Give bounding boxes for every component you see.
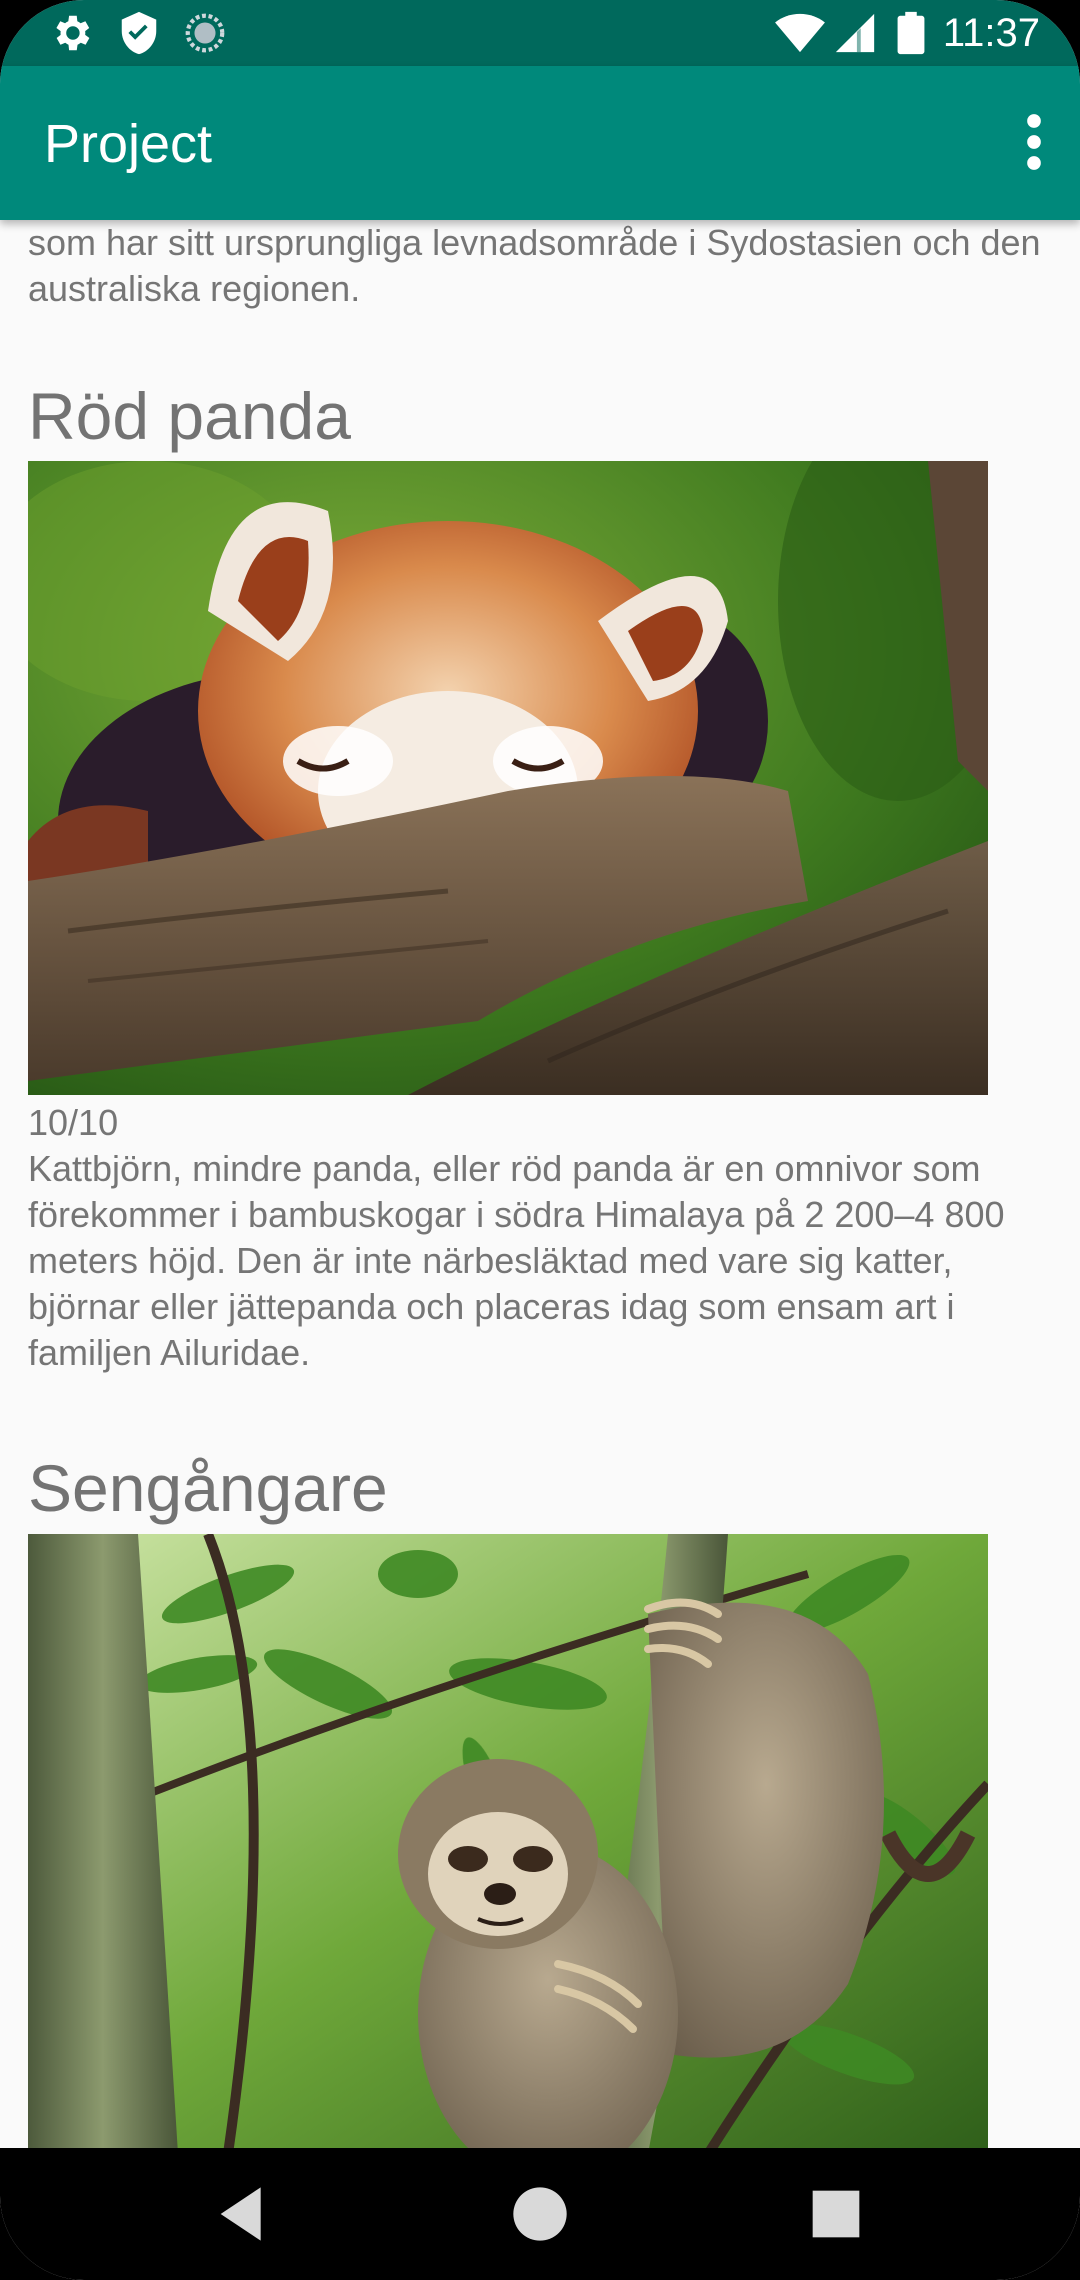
shield-icon (121, 11, 157, 55)
home-icon[interactable] (500, 2174, 580, 2254)
status-bar: 11:37 (0, 0, 1080, 66)
back-icon[interactable] (204, 2174, 284, 2254)
screen: 11:37 Project som har sitt ursprungliga … (0, 0, 1080, 2280)
intro-description: som har sitt ursprungliga levnadsområde … (28, 222, 1041, 309)
sloth-photo (28, 1534, 988, 2148)
recents-icon[interactable] (796, 2174, 876, 2254)
sloth-illustration (28, 1534, 988, 2148)
app-bar: Project (0, 66, 1080, 220)
red-panda-illustration (28, 461, 988, 1095)
app-title: Project (44, 114, 213, 174)
red-panda-photo (28, 461, 988, 1095)
settings-icon (56, 15, 90, 51)
battery-icon (897, 11, 925, 55)
wifi-icon (775, 13, 825, 53)
navigation-bar (0, 2148, 1080, 2280)
card-description-red-panda: Kattbjörn, mindre panda, eller röd panda… (28, 1148, 1005, 1373)
cell-signal-icon (835, 13, 875, 53)
card-title-sloth: Sengångare (28, 1451, 388, 1525)
card-rating-red-panda: 10/10 (28, 1102, 119, 1143)
animal-list[interactable]: som har sitt ursprungliga levnadsområde … (0, 220, 1080, 2148)
status-time: 11:37 (942, 11, 1040, 55)
sync-icon (185, 13, 225, 53)
more-vert-icon[interactable] (1002, 100, 1066, 184)
card-title-red-panda: Röd panda (28, 379, 351, 453)
